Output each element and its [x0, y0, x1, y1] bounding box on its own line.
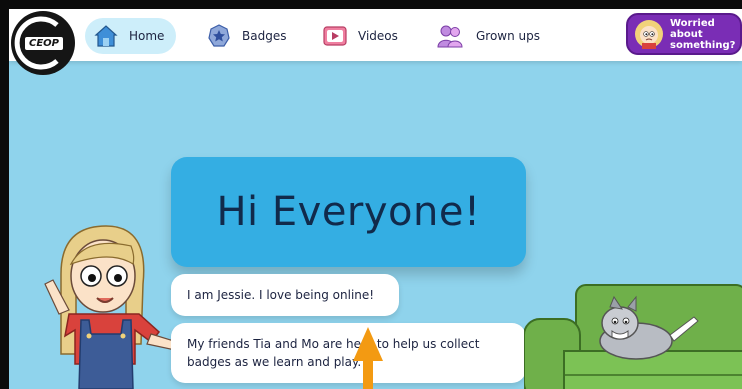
nav-label-badges: Badges — [242, 29, 287, 43]
nav-item-grown-ups[interactable]: Grown ups — [426, 18, 552, 54]
worried-about-something-label: Worried about something? — [670, 17, 736, 51]
video-play-icon — [323, 26, 347, 46]
ceop-logo[interactable]: CEOP — [11, 11, 75, 75]
speech-bubble-friends: My friends Tia and Mo are here to help u… — [171, 323, 526, 383]
home-icon — [94, 25, 118, 47]
orange-pointer-arrow — [353, 327, 383, 389]
nav-item-home[interactable]: Home — [85, 18, 177, 54]
nav-item-videos[interactable]: Videos — [314, 18, 410, 54]
worried-avatar-icon — [635, 20, 663, 49]
nav-label-videos: Videos — [358, 29, 398, 43]
speech-text-intro: I am Jessie. I love being online! — [187, 288, 375, 302]
grown-ups-icon — [437, 25, 463, 48]
nav-label-home: Home — [129, 29, 165, 43]
speech-bubble-intro: I am Jessie. I love being online! — [171, 274, 399, 316]
couch-with-dog-illustration — [524, 284, 742, 389]
hero-title: Hi Everyone! — [216, 189, 481, 235]
nav-label-grown-ups: Grown ups — [476, 29, 541, 43]
speech-text-friends: My friends Tia and Mo are here to help u… — [187, 337, 480, 369]
top-navigation-bar: Home Badges Videos Grown ups Worried abo… — [9, 9, 742, 61]
page-frame: Home Badges Videos Grown ups Worried abo… — [9, 9, 742, 389]
ceop-logo-text: CEOP — [25, 37, 63, 50]
badge-icon — [208, 24, 230, 47]
hero-title-panel: Hi Everyone! — [171, 157, 526, 267]
worried-about-something-button[interactable]: Worried about something? — [626, 13, 742, 55]
nav-item-badges[interactable]: Badges — [198, 18, 298, 54]
jessie-character-illustration — [44, 225, 171, 389]
